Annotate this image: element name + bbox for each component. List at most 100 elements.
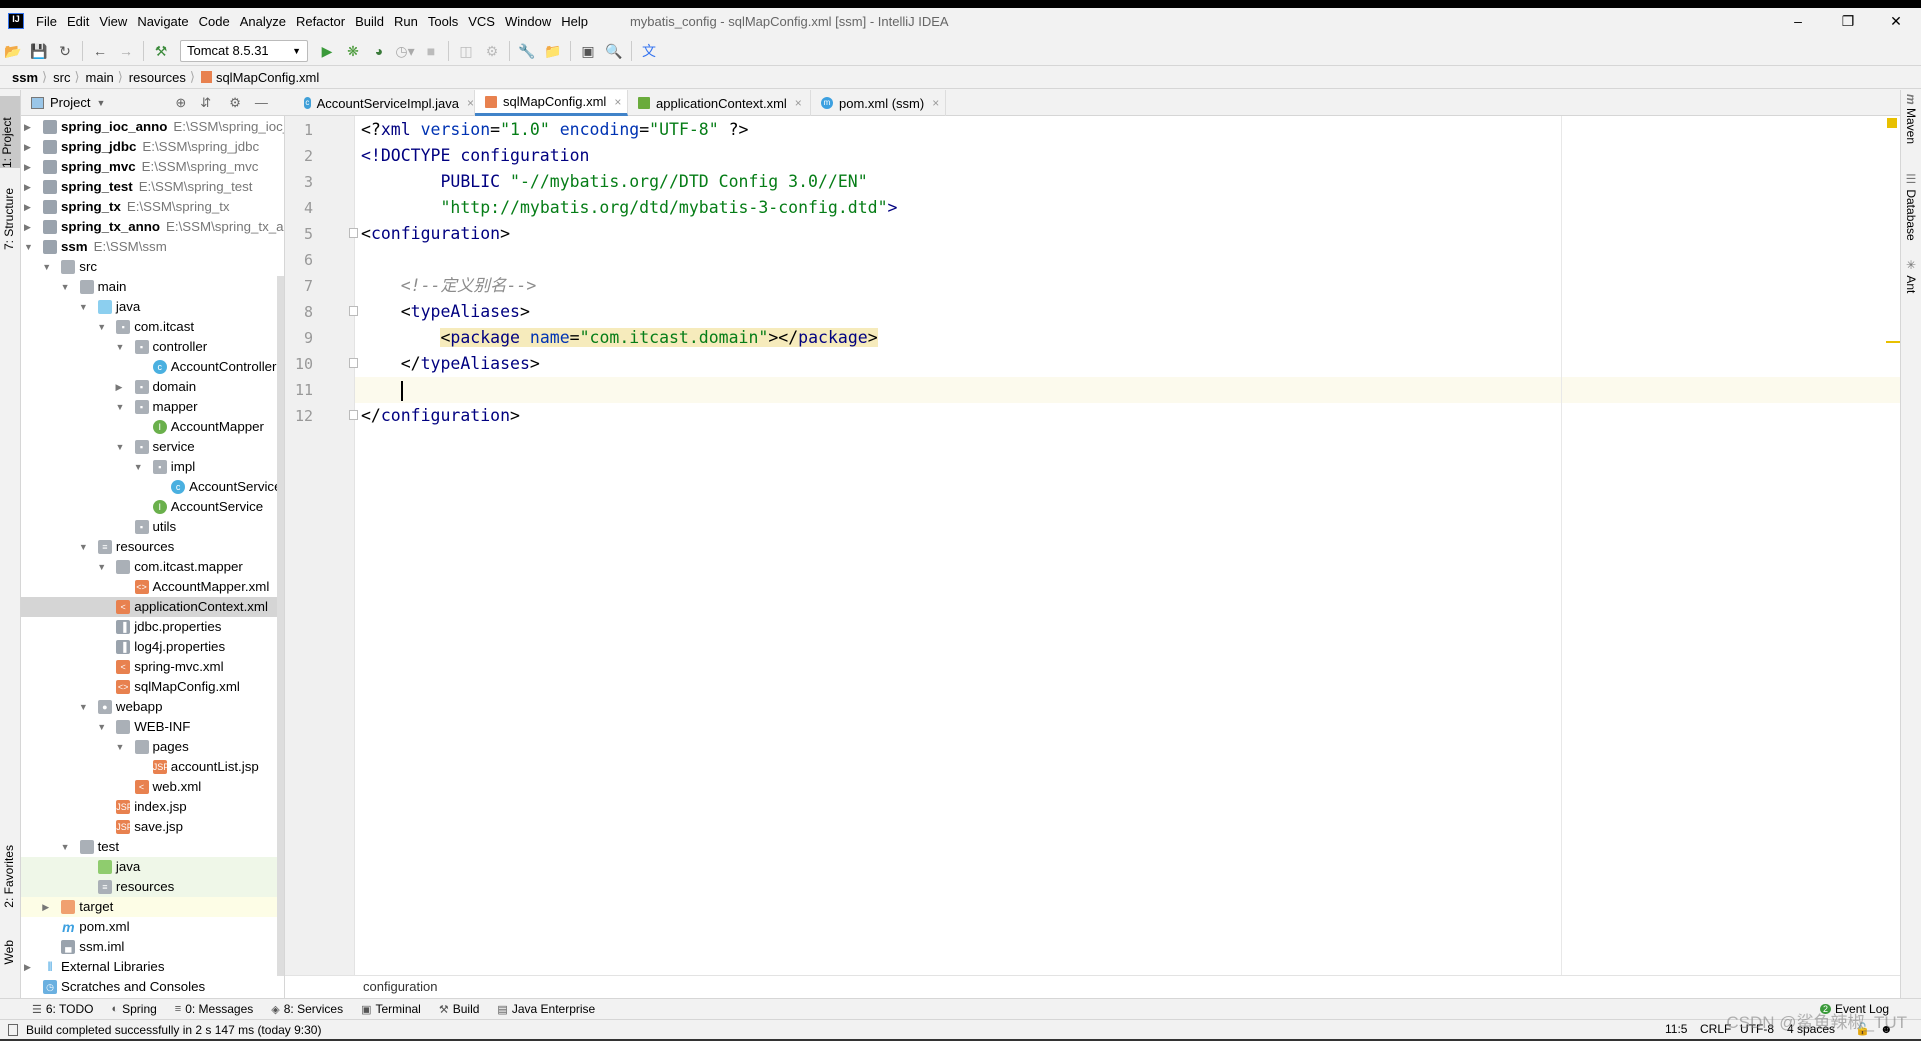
tree-item-spring-ioc-anno[interactable]: ▶ spring_ioc_anno E:\SSM\spring_ioc_anno [21, 117, 284, 137]
tool-tab-favorites[interactable]: 2: Favorites [2, 845, 16, 908]
save-icon[interactable]: 💾 [28, 40, 50, 62]
project-structure-icon[interactable]: 📁 [542, 40, 564, 62]
tool-tab-structure[interactable]: 7: Structure [2, 188, 16, 250]
hide-icon[interactable]: — [255, 95, 268, 110]
project-view-select[interactable]: Project [50, 95, 90, 110]
tree-item-accountlist-jsp[interactable]: JSP accountList.jsp [21, 757, 279, 777]
coverage-icon[interactable]: ◕ [368, 40, 390, 62]
tree-item-web-inf[interactable]: ▼ WEB-INF [21, 717, 279, 737]
tree-item-service[interactable]: ▼ ▪ service [21, 437, 279, 457]
wrench-icon[interactable]: 🔧 [516, 40, 538, 62]
code-line[interactable]: "http://mybatis.org/dtd/mybatis-3-config… [361, 195, 897, 221]
run-config-select[interactable]: Tomcat 8.5.31 ▼ [180, 39, 308, 62]
run-icon[interactable]: ▶ [316, 40, 338, 62]
menu-help[interactable]: Help [561, 14, 588, 29]
minimize-button[interactable]: – [1775, 8, 1821, 34]
locate-icon[interactable]: ⊕ [175, 95, 186, 111]
menu-navigate[interactable]: Navigate [137, 14, 188, 29]
tree-item-src[interactable]: ▼ src [21, 257, 279, 277]
gear-icon[interactable]: ⚙ [229, 95, 241, 111]
tool-tab-ant[interactable]: ✳ Ant [1904, 258, 1918, 293]
expanded-arrow-icon[interactable]: ▼ [24, 237, 36, 257]
code-line[interactable]: <!DOCTYPE configuration [361, 143, 589, 169]
code-editor[interactable]: 1 2 3 4 5 6 7 8 9 10 11 12 <?xml version="1.0" enco… [285, 116, 1900, 975]
tool-window-spring[interactable]: ◐ Spring [111, 1002, 156, 1016]
caret-position[interactable]: 11:5 [1665, 1022, 1687, 1036]
tree-item-jdbc-properties[interactable]: ▐ jdbc.properties [21, 617, 279, 637]
expanded-arrow-icon[interactable]: ▼ [61, 277, 73, 297]
collapse-all-icon[interactable]: ⇵ [200, 95, 211, 111]
profile-icon[interactable]: ◷▾ [394, 40, 416, 62]
chevron-down-icon[interactable]: ▼ [96, 98, 105, 108]
tree-item-spring-mvc[interactable]: ▶ spring_mvc E:\SSM\spring_mvc [21, 157, 279, 177]
expanded-arrow-icon[interactable]: ▼ [79, 297, 91, 317]
tree-item-spring-jdbc[interactable]: ▶ spring_jdbc E:\SSM\spring_jdbc [21, 137, 279, 157]
terminal-window-icon[interactable]: ▣ [577, 40, 599, 62]
expanded-arrow-icon[interactable]: ▼ [116, 337, 128, 357]
tool-tab-project[interactable]: 1: Project [0, 96, 20, 168]
tree-item-scratches-and-consoles[interactable]: ◷ Scratches and Consoles [21, 977, 279, 997]
expanded-arrow-icon[interactable]: ▼ [97, 717, 109, 737]
tool-tab-web[interactable]: Web [2, 940, 16, 964]
expanded-arrow-icon[interactable]: ▼ [134, 457, 146, 477]
editor-breadcrumb[interactable]: configuration [285, 975, 1900, 998]
code-line[interactable]: </typeAliases> [361, 351, 540, 377]
error-stripe-mark[interactable] [1886, 341, 1900, 343]
collapsed-arrow-icon[interactable]: ▶ [116, 377, 128, 397]
close-tab-icon[interactable]: × [614, 95, 621, 109]
back-icon[interactable]: ← [89, 40, 111, 62]
tree-item-com-itcast[interactable]: ▼ ▪ com.itcast [21, 317, 279, 337]
tool-tab-maven[interactable]: m Maven [1904, 94, 1918, 144]
menu-refactor[interactable]: Refactor [296, 14, 345, 29]
tree-item-save-jsp[interactable]: JSP save.jsp [21, 817, 279, 837]
tree-item-web-xml[interactable]: < web.xml [21, 777, 279, 797]
tool-window-8-services[interactable]: ◈ 8: Services [271, 1002, 343, 1016]
expanded-arrow-icon[interactable]: ▼ [79, 537, 91, 557]
tree-item-target[interactable]: ▶ target [21, 897, 279, 917]
tree-item-main[interactable]: ▼ main [21, 277, 279, 297]
tab-pom-xml-ssm-[interactable]: m pom.xml (ssm) × [811, 90, 946, 116]
collapsed-arrow-icon[interactable]: ▶ [24, 157, 36, 177]
tree-item-accountcontroller[interactable]: c AccountController [21, 357, 279, 377]
menu-edit[interactable]: Edit [67, 14, 89, 29]
expanded-arrow-icon[interactable]: ▼ [116, 437, 128, 457]
tab-applicationcontext-xml[interactable]: applicationContext.xml × [628, 90, 811, 116]
tree-item-pages[interactable]: ▼ pages [21, 737, 279, 757]
tool-window-build[interactable]: ⚒ Build [439, 1002, 480, 1016]
tree-item-utils[interactable]: ▪ utils [21, 517, 279, 537]
status-message[interactable]: Build completed successfully in 2 s 147 … [26, 1023, 321, 1037]
tree-item-accountserviceimpl[interactable]: cAccountServiceImpl [21, 477, 284, 497]
tree-item-applicationcontext-xml[interactable]: < applicationContext.xml [21, 597, 279, 617]
collapsed-arrow-icon[interactable]: ▶ [42, 897, 54, 917]
expanded-arrow-icon[interactable]: ▼ [61, 837, 73, 857]
breadcrumb-item[interactable]: resources [129, 70, 186, 85]
deploy-icon[interactable]: ⚙ [481, 40, 503, 62]
menu-build[interactable]: Build [355, 14, 384, 29]
tree-item-test[interactable]: ▼ test [21, 837, 279, 857]
tree-item-resources[interactable]: ≡ resources [21, 877, 279, 897]
close-tab-icon[interactable]: × [467, 96, 474, 110]
code-line[interactable]: </configuration> [361, 403, 520, 429]
expanded-arrow-icon[interactable]: ▼ [79, 697, 91, 717]
collapsed-arrow-icon[interactable]: ▶ [24, 957, 36, 977]
code-line[interactable]: PUBLIC "-//mybatis.org//DTD Config 3.0//… [361, 169, 867, 195]
translate-icon[interactable]: 文 [638, 40, 660, 62]
expanded-arrow-icon[interactable]: ▼ [116, 737, 128, 757]
code-line[interactable]: <!--定义别名--> [361, 273, 537, 299]
warning-marker[interactable] [1887, 118, 1897, 128]
restore-button[interactable]: ❐ [1825, 8, 1871, 34]
tree-item-accountservice[interactable]: I AccountService [21, 497, 279, 517]
tree-item-log4j-properties[interactable]: ▐ log4j.properties [21, 637, 279, 657]
tool-tab-database[interactable]: ☰ Database [1904, 172, 1918, 241]
tree-item-mapper[interactable]: ▼ ▪ mapper [21, 397, 279, 417]
menu-run[interactable]: Run [394, 14, 418, 29]
tool-window-java-enterprise[interactable]: ▤ Java Enterprise [497, 1002, 595, 1016]
tree-item-java[interactable]: ▼ java [21, 297, 279, 317]
sync-icon[interactable]: ↻ [54, 40, 76, 62]
status-toggle-icon[interactable] [8, 1023, 18, 1036]
tool-window-terminal[interactable]: ▣ Terminal [361, 1002, 421, 1016]
menu-view[interactable]: View [99, 14, 127, 29]
menu-file[interactable]: File [36, 14, 57, 29]
tree-item-index-jsp[interactable]: JSP index.jsp [21, 797, 279, 817]
tool-window-6-todo[interactable]: ☰ 6: TODO [32, 1002, 93, 1016]
